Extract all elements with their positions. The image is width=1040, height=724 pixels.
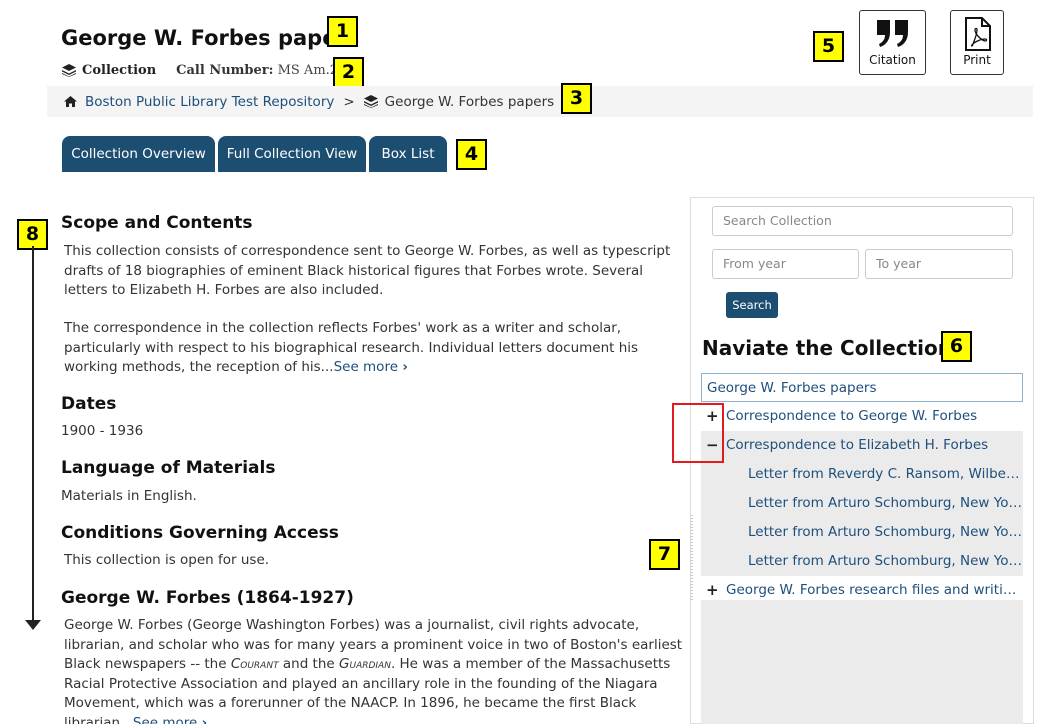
scroll-arrow-line xyxy=(32,246,34,623)
tree-item-letter-ransom[interactable]: Letter from Reverdy C. Ransom, Wilberfor… xyxy=(701,460,1023,489)
quote-icon xyxy=(877,20,908,47)
breadcrumb-separator: > xyxy=(343,93,355,110)
annotation-badge-5: 5 xyxy=(813,31,844,62)
annotation-badge-2: 2 xyxy=(333,57,364,88)
annotation-badge-3: 3 xyxy=(561,83,592,114)
collection-sidebar: Search Collection From year To year Sear… xyxy=(690,197,1034,724)
access-value: This collection is open for use. xyxy=(64,552,270,568)
call-number-label: Call Number: xyxy=(176,63,274,78)
scope-paragraph-1: This collection consists of corresponden… xyxy=(64,243,671,298)
bio-courant: Courant xyxy=(230,656,279,672)
access-heading: Conditions Governing Access xyxy=(61,523,339,543)
citation-label: Citation xyxy=(869,53,916,67)
scope-heading: Scope and Contents xyxy=(61,213,253,233)
tree-item-correspondence-george[interactable]: + Correspondence to George W. Forbes xyxy=(701,402,1023,431)
language-value: Materials in English. xyxy=(61,488,197,504)
annotation-badge-6: 6 xyxy=(941,331,972,362)
tree-item-label: Correspondence to Elizabeth H. Forbes xyxy=(726,437,989,453)
annotation-badge-7: 7 xyxy=(649,539,680,570)
bio-and: and the xyxy=(278,656,340,672)
bio-guardian: Guardian xyxy=(339,656,391,672)
sidebar-tree-background xyxy=(701,600,1023,724)
collection-meta: Collection Call Number: MS Am.282 xyxy=(62,63,355,78)
search-collection-input[interactable]: Search Collection xyxy=(712,206,1013,236)
see-more-label: See more xyxy=(333,359,399,375)
bio-see-more-link[interactable]: See more › xyxy=(133,715,207,724)
tree-item-research-files[interactable]: + George W. Forbes research files and wr… xyxy=(701,576,1023,605)
print-button[interactable]: Print xyxy=(950,10,1004,75)
to-year-input[interactable]: To year xyxy=(865,249,1013,279)
scroll-arrow-head xyxy=(25,620,41,630)
annotation-badge-1: 1 xyxy=(327,16,358,47)
tree-item-label: George W. Forbes research files and writ… xyxy=(726,582,1023,598)
dates-heading: Dates xyxy=(61,394,117,414)
tab-full-collection-view[interactable]: Full Collection View xyxy=(218,136,366,172)
tree-item-letter-schomburg-3[interactable]: Letter from Arturo Schomburg, New York, … xyxy=(701,547,1023,576)
bio-see-more-label: See more xyxy=(132,714,198,724)
navigate-collection-heading: Naviate the Collection xyxy=(702,336,952,360)
page-title: George W. Forbes papers xyxy=(61,26,360,50)
tab-collection-overview[interactable]: Collection Overview xyxy=(62,136,215,172)
call-number: Call Number: MS Am.282 xyxy=(176,63,354,78)
breadcrumb-repository-link[interactable]: Boston Public Library Test Repository xyxy=(85,94,334,110)
from-year-input[interactable]: From year xyxy=(712,249,859,279)
bio-paragraph: George W. Forbes (George Washington Forb… xyxy=(64,616,684,724)
pdf-icon xyxy=(965,17,991,51)
language-heading: Language of Materials xyxy=(61,458,276,478)
layers-icon xyxy=(363,95,378,108)
sidebar-resize-handle[interactable] xyxy=(690,515,693,600)
annotation-badge-4: 4 xyxy=(456,139,487,170)
breadcrumb-current: George W. Forbes papers xyxy=(384,93,555,110)
scope-paragraph-2: The correspondence in the collection ref… xyxy=(64,319,682,378)
search-button[interactable]: Search xyxy=(726,292,778,318)
layers-icon xyxy=(62,64,76,77)
home-icon xyxy=(64,96,77,107)
citation-button[interactable]: Citation xyxy=(859,10,926,75)
tree-item-letter-schomburg-1[interactable]: Letter from Arturo Schomburg, New York, … xyxy=(701,489,1023,518)
tab-box-list[interactable]: Box List xyxy=(369,136,447,172)
chevron-right-icon: › xyxy=(402,359,408,375)
tree-item-letter-schomburg-2[interactable]: Letter from Arturo Schomburg, New York, … xyxy=(701,518,1023,547)
print-label: Print xyxy=(963,53,991,67)
chevron-right-icon: › xyxy=(201,714,208,724)
tree-item-correspondence-elizabeth[interactable]: − Correspondence to Elizabeth H. Forbes xyxy=(701,431,1023,460)
see-more-link[interactable]: See more › xyxy=(334,359,408,375)
collection-type-label: Collection xyxy=(82,63,157,78)
dates-value: 1900 - 1936 xyxy=(61,423,144,439)
toggle-highlight-box xyxy=(672,403,724,463)
expand-icon[interactable]: + xyxy=(706,576,720,605)
tree-item-label: Correspondence to George W. Forbes xyxy=(726,408,978,424)
tree-item-root[interactable]: George W. Forbes papers xyxy=(701,373,1023,402)
breadcrumb: Boston Public Library Test Repository > … xyxy=(47,86,1033,117)
bio-heading: George W. Forbes (1864-1927) xyxy=(61,588,354,608)
